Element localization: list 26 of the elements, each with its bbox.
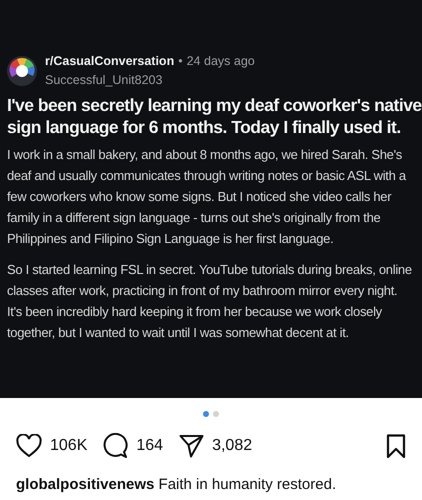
post-title-line: sign language for 6 months. Today I finally used it.: [7, 116, 402, 138]
carousel-dot[interactable]: [213, 411, 219, 417]
like-heart-icon[interactable]: [16, 434, 42, 458]
separator-dot: •: [178, 53, 183, 70]
carousel-dot[interactable]: [203, 411, 209, 417]
community-avatar-icon: [7, 56, 37, 86]
like-count: 106K: [50, 436, 88, 456]
body-text-line: family in a different sign language - turns out she's originally from the: [7, 208, 382, 227]
comment-bubble-icon[interactable]: [103, 433, 128, 459]
caption: globalpositivenews Faith in humanity restored.: [16, 476, 336, 493]
body-text-line: Philippines and Filipino Sign Language is her first language.: [7, 230, 334, 248]
body-text-line: It's been incredibly hard keeping it from her because we work closely: [7, 302, 383, 321]
body-text-line: I work in a small bakery, and about 8 months ago, we hired Sarah. She's: [7, 146, 403, 164]
author-name: Successful_Unit8203: [45, 72, 164, 89]
body-text-line: deaf and usually communicates through writing notes or basic ASL with a: [7, 166, 408, 185]
body-text-line: few coworkers who know some signs. But I noticed she video calls her: [7, 188, 392, 206]
post-time: 24 days ago: [186, 53, 255, 70]
send-plane-icon[interactable]: [179, 434, 204, 458]
body-text-line: classes after work, practicing in front of my bathroom mirror every night.: [7, 282, 398, 300]
post-title-line: I've been secretly learning my deaf coworker's native: [7, 94, 422, 116]
share-count: 3,082: [212, 436, 252, 456]
bookmark-icon[interactable]: [386, 434, 406, 458]
comment-count: 164: [136, 436, 164, 456]
body-text-line: So I started learning FSL in secret. YouTube tutorials during breaks, online: [7, 260, 413, 279]
body-text-line: together, but I wanted to wait until I was somewhat decent at it.: [7, 324, 350, 342]
subreddit-name: r/CasualConversation: [45, 53, 174, 70]
